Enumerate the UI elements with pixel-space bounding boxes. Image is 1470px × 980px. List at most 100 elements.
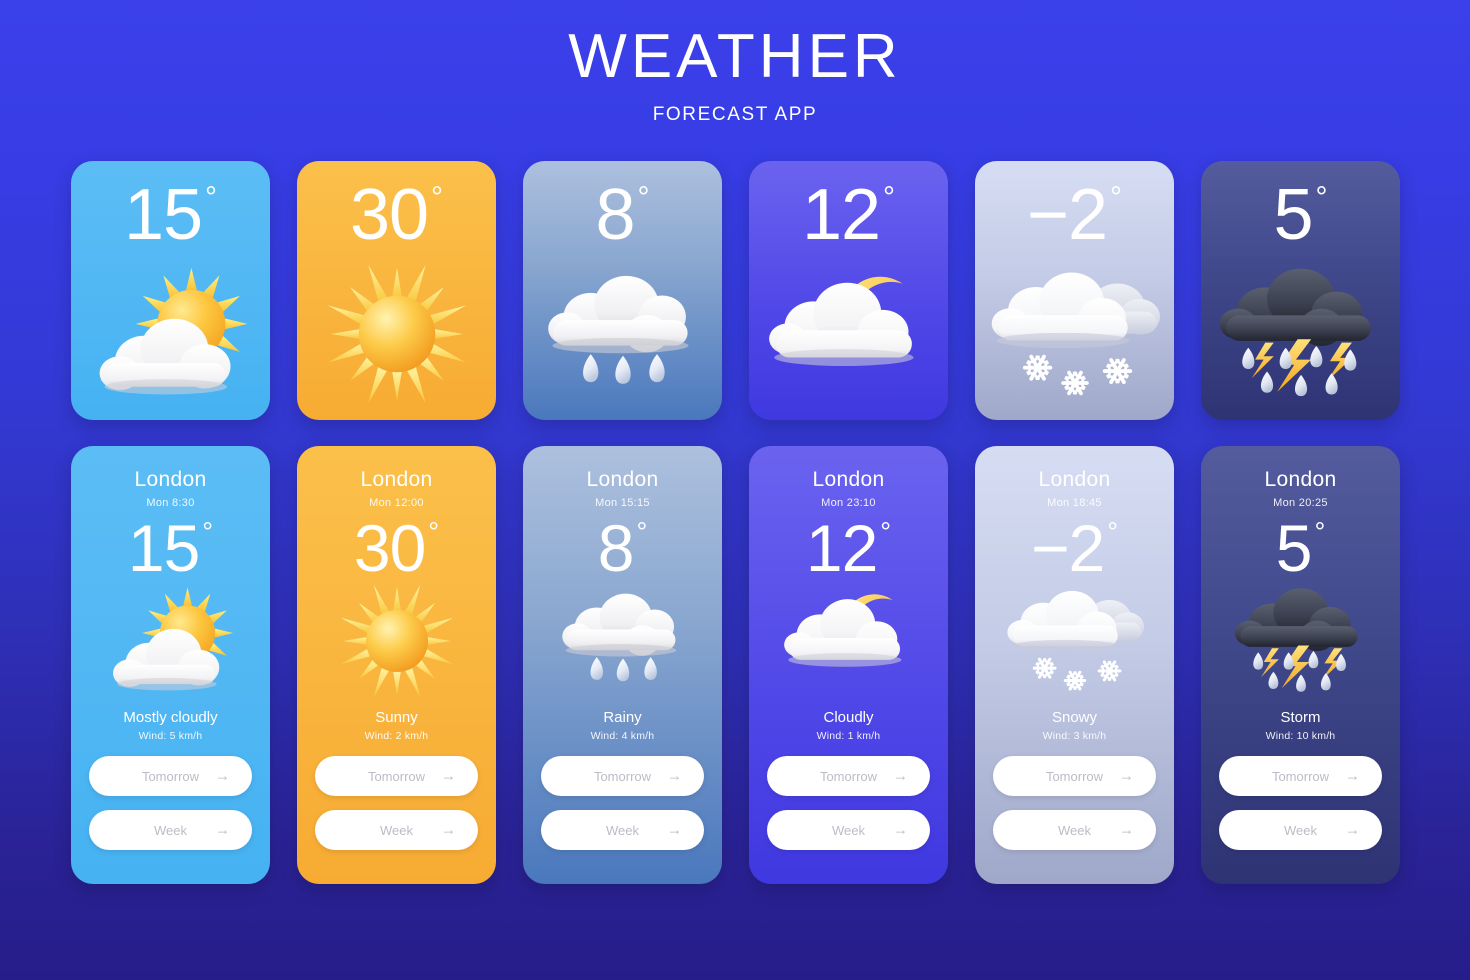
week-button-label: Week (1058, 822, 1091, 838)
week-button[interactable]: Week → (993, 810, 1156, 850)
arrow-right-icon: → (893, 821, 908, 839)
week-button[interactable]: Week → (89, 810, 252, 850)
degree-symbol: ° (1314, 517, 1326, 547)
tomorrow-button[interactable]: Tomorrow → (1219, 756, 1382, 796)
sun-behind-cloud-icon (71, 254, 270, 414)
temperature-value: −2 (1026, 175, 1108, 255)
tomorrow-button[interactable]: Tomorrow → (767, 756, 930, 796)
week-button-label: Week (606, 822, 639, 838)
cloud-rain-icon (523, 254, 722, 414)
temperature-display: 30 ° (297, 175, 496, 255)
tomorrow-button[interactable]: Tomorrow → (315, 756, 478, 796)
week-button-label: Week (154, 822, 187, 838)
weather-icon-card[interactable]: 5 ° (1201, 161, 1400, 420)
degree-symbol: ° (428, 517, 440, 547)
city-name: London (360, 468, 433, 491)
tomorrow-button[interactable]: Tomorrow → (89, 756, 252, 796)
degree-symbol: ° (880, 517, 892, 547)
page-title: WEATHER (568, 22, 902, 91)
week-button-label: Week (380, 822, 413, 838)
weather-detail-card[interactable]: London Mon 20:25 5 ° Storm Wind: 10 km/h… (1201, 446, 1400, 884)
degree-symbol: ° (1110, 181, 1123, 214)
degree-symbol: ° (431, 181, 444, 214)
weather-icon-card[interactable]: 8 ° (523, 161, 722, 420)
weather-icon-card[interactable]: 30 ° (297, 161, 496, 420)
tomorrow-button-label: Tomorrow (1271, 768, 1330, 784)
cloud-lightning-icon (1201, 575, 1400, 707)
weather-detail-card[interactable]: London Mon 23:10 12 ° Cloudly Wind: 1 km… (749, 446, 948, 884)
wind-label: Wind: 10 km/h (1265, 730, 1336, 742)
tomorrow-button[interactable]: Tomorrow → (993, 756, 1156, 796)
temperature-value: 5 (1275, 511, 1313, 585)
arrow-right-icon: → (1345, 821, 1360, 839)
city-name: London (812, 468, 885, 491)
condition-label: Snowy (1051, 709, 1098, 726)
condition-label: Rainy (603, 709, 642, 726)
arrow-right-icon: → (893, 767, 908, 785)
timestamp: Mon 20:25 (1273, 497, 1328, 509)
temperature-value: 5 (1273, 175, 1313, 255)
weather-detail-card[interactable]: London Mon 15:15 8 ° Rainy Wind: 4 km/h … (523, 446, 722, 884)
weather-detail-card[interactable]: London Mon 12:00 30 ° Sunny Wind: 2 km/h… (297, 446, 496, 884)
week-button[interactable]: Week → (315, 810, 478, 850)
timestamp: Mon 18:45 (1047, 497, 1102, 509)
cloud-rain-icon (523, 575, 722, 707)
arrow-right-icon: → (215, 821, 230, 839)
tomorrow-button-label: Tomorrow (1045, 768, 1104, 784)
timestamp: Mon 15:15 (595, 497, 650, 509)
tomorrow-button[interactable]: Tomorrow → (541, 756, 704, 796)
degree-symbol: ° (202, 517, 214, 547)
week-button[interactable]: Week → (1219, 810, 1382, 850)
weather-icon-card[interactable]: 15 ° (71, 161, 270, 420)
arrow-right-icon: → (1345, 767, 1360, 785)
weather-detail-card[interactable]: London Mon 18:45 −2 ° Snowy Wind: 3 km/h… (975, 446, 1174, 884)
timestamp: Mon 8:30 (146, 497, 195, 509)
arrow-right-icon: → (1119, 767, 1134, 785)
city-name: London (1038, 468, 1111, 491)
weather-icon-card[interactable]: 12 ° (749, 161, 948, 420)
condition-label: Sunny (375, 709, 418, 726)
cloud-snow-icon (975, 254, 1174, 414)
app-header: WEATHER FORECAST APP (0, 0, 1470, 126)
city-name: London (1264, 468, 1337, 491)
week-button-label: Week (832, 822, 865, 838)
arrow-right-icon: → (441, 767, 456, 785)
degree-symbol: ° (1315, 181, 1328, 214)
temperature-display: 5 ° (1201, 175, 1400, 255)
cloud-lightning-icon (1201, 254, 1400, 414)
city-name: London (134, 468, 207, 491)
arrow-right-icon: → (667, 821, 682, 839)
degree-symbol: ° (637, 181, 650, 214)
tomorrow-button-label: Tomorrow (819, 768, 878, 784)
temperature-display: 8 ° (523, 175, 722, 255)
temperature-display: 15 ° (128, 515, 213, 581)
temperature-value: 30 (349, 175, 429, 255)
degree-symbol: ° (1107, 517, 1119, 547)
moon-behind-cloud-icon (749, 254, 948, 414)
wind-label: Wind: 2 km/h (364, 730, 429, 742)
degree-symbol: ° (636, 517, 648, 547)
wind-label: Wind: 3 km/h (1042, 730, 1107, 742)
arrow-right-icon: → (215, 767, 230, 785)
week-button[interactable]: Week → (541, 810, 704, 850)
arrow-right-icon: → (667, 767, 682, 785)
temperature-value: 12 (801, 175, 881, 255)
weather-icon-card[interactable]: −2 ° (975, 161, 1174, 420)
temperature-value: 8 (597, 511, 635, 585)
week-button[interactable]: Week → (767, 810, 930, 850)
condition-label: Mostly cloudly (123, 709, 218, 726)
wind-label: Wind: 4 km/h (590, 730, 655, 742)
arrow-right-icon: → (441, 821, 456, 839)
sun-icon (297, 254, 496, 414)
degree-symbol: ° (883, 181, 896, 214)
timestamp: Mon 23:10 (821, 497, 876, 509)
temperature-display: 15 ° (71, 179, 270, 251)
temperature-display: 12 ° (806, 515, 891, 581)
tomorrow-button-label: Tomorrow (141, 768, 200, 784)
timestamp: Mon 12:00 (369, 497, 424, 509)
temperature-value: 8 (595, 175, 635, 255)
temperature-display: 8 ° (598, 515, 648, 581)
degree-symbol: ° (205, 181, 218, 214)
weather-detail-card[interactable]: London Mon 8:30 15 ° Mostly cloudly Wind… (71, 446, 270, 884)
page-subtitle: FORECAST APP (652, 104, 818, 125)
